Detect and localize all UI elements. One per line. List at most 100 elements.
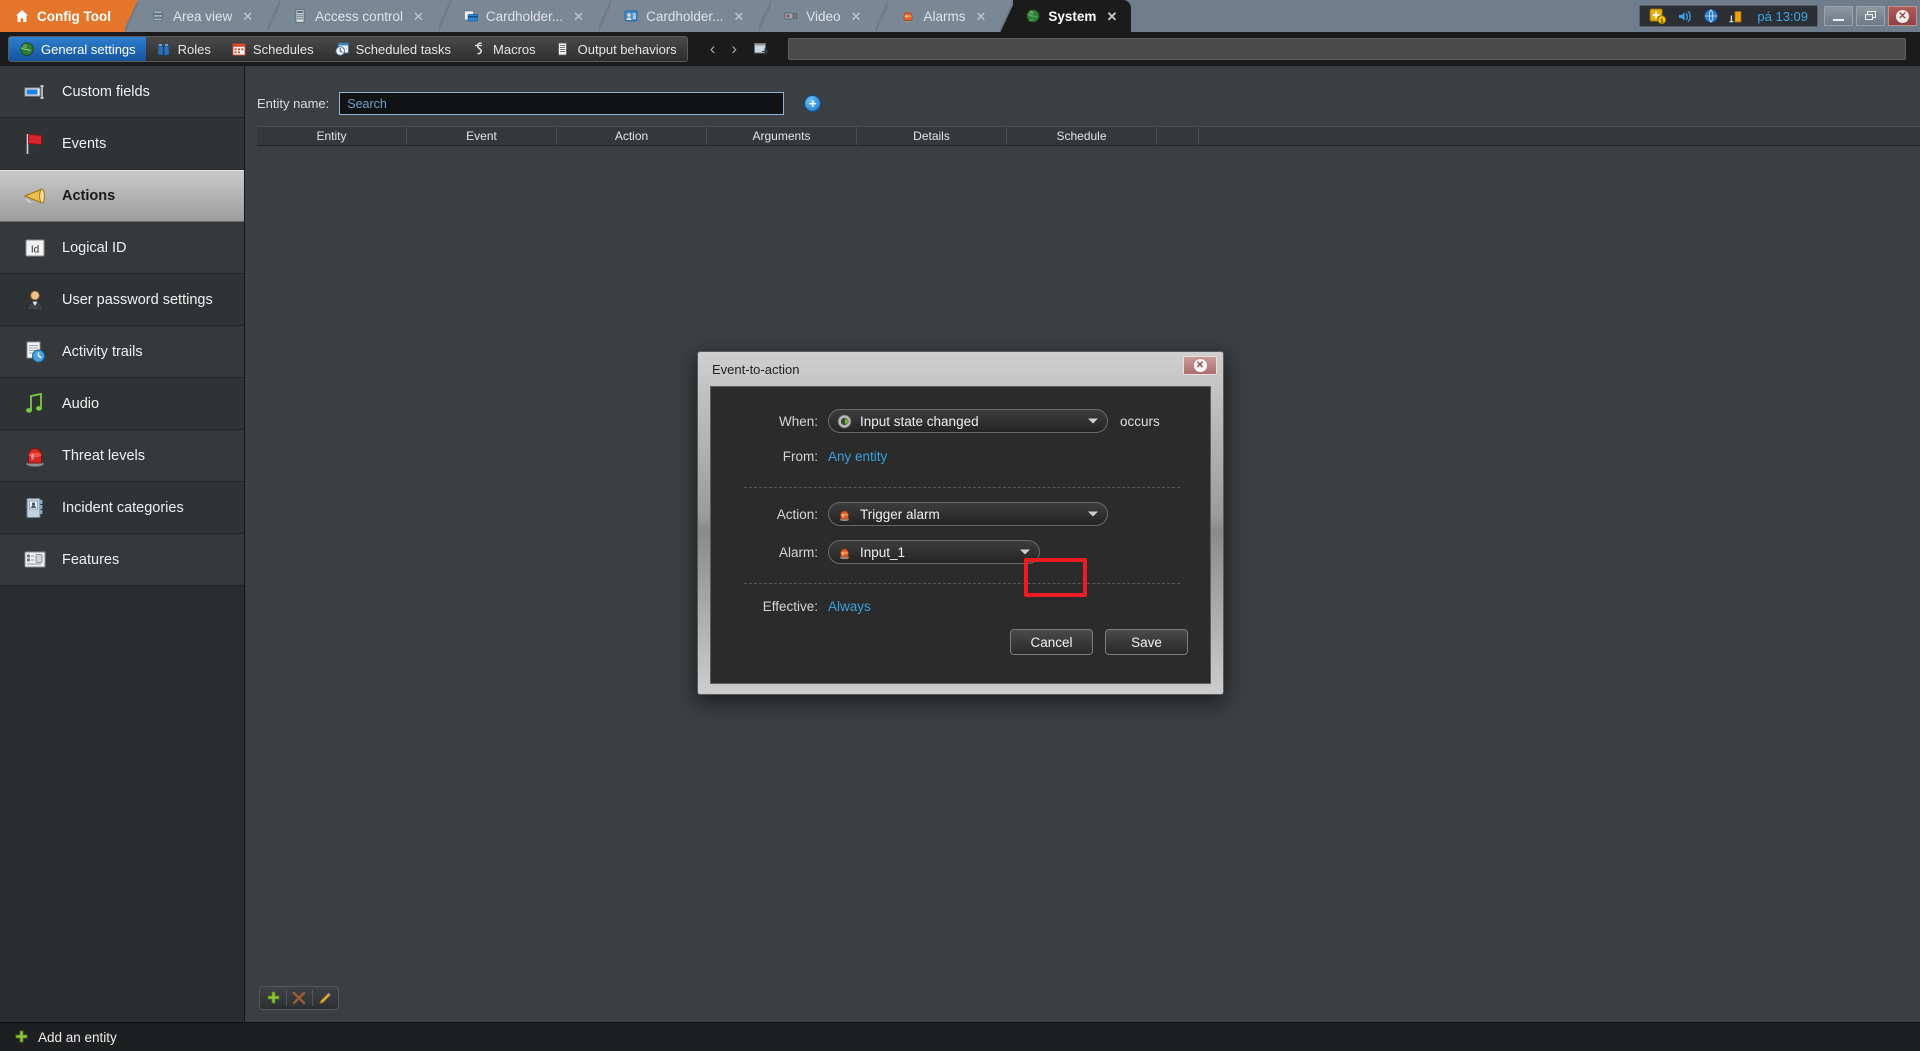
add-glyph: + xyxy=(809,97,817,110)
sidebar-item-label: Audio xyxy=(62,396,99,412)
action-label: Action: xyxy=(711,507,828,522)
column-header-action[interactable]: Action xyxy=(557,127,707,145)
toolbar-item-general-settings[interactable]: General settings xyxy=(9,37,146,61)
toolbar-item-label: General settings xyxy=(41,42,136,57)
divider-1 xyxy=(744,487,1180,488)
toolbar-item-label: Scheduled tasks xyxy=(356,42,451,57)
nav-forward-button[interactable]: › xyxy=(731,39,737,59)
macro-icon xyxy=(471,41,487,57)
effective-row: Effective: Always xyxy=(711,599,871,614)
window-controls: ✕ xyxy=(1824,6,1920,26)
building-icon xyxy=(150,8,166,24)
minimize-button[interactable] xyxy=(1824,6,1853,26)
close-icon[interactable]: ✕ xyxy=(1106,10,1117,23)
close-button[interactable]: ✕ xyxy=(1888,6,1917,26)
cancel-button[interactable]: Cancel xyxy=(1010,629,1093,655)
sidebar-item-events[interactable]: Events xyxy=(0,118,244,170)
sidebar-item-threat-levels[interactable]: Threat levels xyxy=(0,430,244,482)
tab-area-view[interactable]: Area view ✕ xyxy=(138,0,267,32)
close-icon[interactable]: ✕ xyxy=(976,10,987,23)
camera-icon xyxy=(783,8,799,24)
column-header-arguments[interactable]: Arguments xyxy=(707,127,857,145)
battery-icon[interactable] xyxy=(1728,9,1744,24)
restore-button[interactable] xyxy=(1856,6,1885,26)
sidebar-item-label: Threat levels xyxy=(62,448,145,464)
sidebar-item-incident-categories[interactable]: Incident categories xyxy=(0,482,244,534)
close-icon[interactable]: ✕ xyxy=(733,10,744,23)
when-value: Input state changed xyxy=(860,414,979,429)
tab-label: Area view xyxy=(173,9,232,24)
tab-cardholder-1[interactable]: Cardholder... ✕ xyxy=(451,0,598,32)
home-icon xyxy=(14,8,30,24)
toolbar-item-scheduled-tasks[interactable]: Scheduled tasks xyxy=(324,37,461,61)
app-root: Config Tool Area view ✕ xyxy=(0,0,1920,1051)
close-icon xyxy=(292,991,306,1005)
sidebar-item-label: Events xyxy=(62,136,106,152)
toolbar-item-label: Output behaviors xyxy=(578,42,677,57)
features-icon xyxy=(22,547,48,573)
sidebar-item-actions[interactable]: Actions xyxy=(0,170,244,222)
globe-icon[interactable] xyxy=(1703,8,1719,24)
alarm-dropdown[interactable]: Input_1 xyxy=(828,540,1040,564)
nav-back-button[interactable]: ‹ xyxy=(710,39,716,59)
tab-cardholder-2[interactable]: Cardholder... ✕ xyxy=(611,0,758,32)
tab-access-control[interactable]: Access control ✕ xyxy=(280,0,438,32)
tab-system[interactable]: System ✕ xyxy=(1013,0,1131,32)
when-dropdown[interactable]: Input state changed xyxy=(828,409,1108,433)
toolbar-item-schedules[interactable]: Schedules xyxy=(221,37,324,61)
column-header-entity[interactable]: Entity xyxy=(257,127,407,145)
plus-icon xyxy=(266,991,281,1006)
pencil-icon xyxy=(318,991,333,1006)
add-circle-icon[interactable]: + xyxy=(804,95,821,112)
dialog-close-button[interactable]: ✕ xyxy=(1183,356,1217,375)
search-input[interactable]: Search xyxy=(339,92,784,115)
column-header-event[interactable]: Event xyxy=(407,127,557,145)
tab-config-tool[interactable]: Config Tool xyxy=(0,0,125,32)
column-header-details[interactable]: Details xyxy=(857,127,1007,145)
toolbar-search-field[interactable] xyxy=(788,38,1906,60)
divider-2 xyxy=(744,583,1180,584)
sidebar-item-label: Logical ID xyxy=(62,240,126,256)
from-row: From: Any entity xyxy=(711,449,887,464)
tab-alarms[interactable]: Alarms ✕ xyxy=(888,0,1000,32)
svg-text:Id: Id xyxy=(31,244,39,255)
sidebar-item-user-password-settings[interactable]: User password settings xyxy=(0,274,244,326)
sidebar-item-custom-fields[interactable]: Custom fields xyxy=(0,66,244,118)
svg-text:1: 1 xyxy=(1661,18,1664,24)
toolbar-item-label: Roles xyxy=(178,42,211,57)
tab-video[interactable]: Video ✕ xyxy=(771,0,875,32)
toolbar-item-roles[interactable]: Roles xyxy=(146,37,221,61)
add-button[interactable] xyxy=(260,987,286,1009)
close-icon[interactable]: ✕ xyxy=(851,10,862,23)
column-header-spacer xyxy=(1157,127,1199,145)
effective-label: Effective: xyxy=(711,599,828,614)
add-user-badge-icon[interactable]: 1 xyxy=(1649,8,1668,25)
dialog-body: When: Input state changed occurs xyxy=(710,386,1211,684)
globe-icon xyxy=(19,41,35,57)
effective-schedule-link[interactable]: Always xyxy=(828,599,871,614)
add-entity-button[interactable]: Add an entity xyxy=(38,1030,117,1045)
close-icon[interactable]: ✕ xyxy=(573,10,584,23)
edit-button[interactable] xyxy=(312,987,338,1009)
incident-book-icon xyxy=(22,495,48,521)
action-dropdown[interactable]: Trigger alarm xyxy=(828,502,1108,526)
sidebar-item-activity-trails[interactable]: Activity trails xyxy=(0,326,244,378)
sidebar-item-features[interactable]: Features xyxy=(0,534,244,586)
minimize-icon xyxy=(1833,19,1844,21)
sidebar-item-logical-id[interactable]: Id Logical ID xyxy=(0,222,244,274)
open-window-icon[interactable] xyxy=(753,41,770,58)
toolbar-item-output-behaviors[interactable]: Output behaviors xyxy=(546,37,687,61)
column-header-schedule[interactable]: Schedule xyxy=(1007,127,1157,145)
toolbar-item-macros[interactable]: Macros xyxy=(461,37,546,61)
from-entity-link[interactable]: Any entity xyxy=(828,449,887,464)
sidebar-item-audio[interactable]: Audio xyxy=(0,378,244,430)
close-icon[interactable]: ✕ xyxy=(413,10,424,23)
speaker-icon[interactable] xyxy=(1677,9,1694,24)
toolbar-item-label: Macros xyxy=(493,42,536,57)
from-label: From: xyxy=(711,449,828,464)
tray-icon-group: 1 xyxy=(1639,5,1818,27)
tab-label: Config Tool xyxy=(37,9,111,24)
delete-button[interactable] xyxy=(286,987,312,1009)
close-icon[interactable]: ✕ xyxy=(242,10,253,23)
save-button[interactable]: Save xyxy=(1105,629,1188,655)
